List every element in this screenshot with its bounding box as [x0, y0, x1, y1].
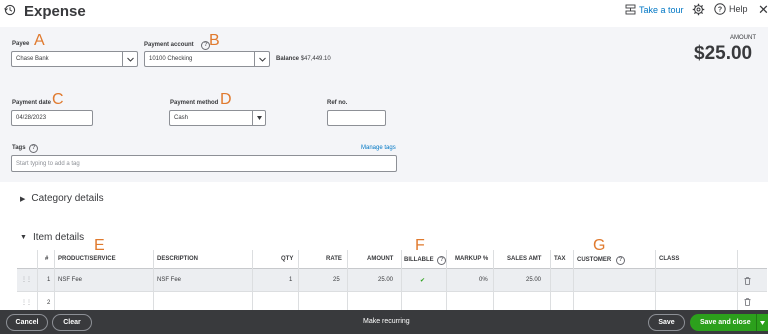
ref-no-label: Ref no.: [327, 100, 348, 106]
col-product: PRODUCT/SERVICE: [58, 256, 116, 262]
col-rate: RATE: [326, 256, 342, 262]
trash-icon[interactable]: [744, 298, 751, 306]
balance-label: Balance: [276, 56, 300, 62]
row-num: 2: [47, 300, 51, 306]
gear-icon[interactable]: [692, 3, 705, 16]
chevron-down-icon[interactable]: [756, 314, 768, 331]
chevron-down-icon[interactable]: [122, 52, 137, 66]
payment-method-select[interactable]: Cash: [169, 110, 266, 126]
chevron-down-icon[interactable]: [254, 52, 269, 66]
annotation-d: D: [220, 91, 232, 108]
row-sales-amt[interactable]: 25.00: [526, 277, 541, 283]
column-divider: [493, 250, 494, 312]
billable-check-icon[interactable]: ✔: [420, 277, 425, 284]
make-recurring-link[interactable]: Make recurring: [363, 318, 410, 325]
column-divider: [54, 250, 55, 312]
column-divider: [655, 250, 656, 312]
cancel-button[interactable]: Cancel: [6, 314, 48, 331]
column-divider: [550, 250, 551, 312]
row-qty[interactable]: 1: [289, 277, 292, 283]
help-icon: ?: [714, 3, 726, 15]
top-bar: Expense Take a tour ? Help ✕: [0, 0, 768, 27]
payee-label: Payee: [12, 41, 30, 47]
row-amount[interactable]: 25.00: [378, 277, 393, 283]
column-divider: [252, 250, 253, 312]
payment-account-select[interactable]: 10100 Checking: [144, 51, 270, 67]
payment-date-value: 04/28/2023: [16, 115, 47, 121]
chevron-down-icon[interactable]: [252, 111, 265, 125]
row-num: 1: [47, 277, 51, 283]
take-tour-link[interactable]: Take a tour: [625, 4, 684, 16]
col-description: DESCRIPTION: [157, 256, 199, 262]
tags-input[interactable]: Start typing to add a tag: [11, 155, 397, 172]
payee-select[interactable]: Chase Bank: [11, 51, 138, 67]
category-details-label: Category details: [31, 193, 104, 204]
column-divider: [401, 250, 402, 312]
amount-label: AMOUNT: [730, 35, 756, 41]
payment-date-input[interactable]: 04/28/2023: [11, 110, 93, 126]
save-and-close-label: Save and close: [700, 319, 751, 326]
recent-history-icon[interactable]: [4, 4, 16, 16]
ref-no-input[interactable]: [327, 110, 386, 126]
info-icon[interactable]: ?: [615, 256, 625, 265]
balance-value: $47,449.10: [300, 56, 331, 62]
category-details-toggle[interactable]: ▶ Category details: [20, 193, 104, 204]
payment-account-label: Payment account ?: [144, 41, 211, 50]
column-divider: [446, 250, 447, 312]
col-sales-amt: SALES AMT: [507, 256, 542, 262]
amount-value: $25.00: [694, 43, 753, 64]
help-button[interactable]: ? Help: [714, 3, 748, 15]
row-product[interactable]: NSF Fee: [58, 277, 82, 283]
payment-account-value: 10100 Checking: [149, 56, 193, 62]
save-button[interactable]: Save: [648, 314, 685, 331]
payee-value: Chase Bank: [16, 56, 49, 62]
tags-placeholder: Start typing to add a tag: [16, 160, 80, 167]
footer-bar: Cancel Clear Make recurring Save Save an…: [0, 310, 768, 334]
drag-handle-icon[interactable]: ⋮⋮: [21, 276, 32, 283]
help-label: Help: [729, 4, 748, 14]
close-icon[interactable]: ✕: [758, 2, 768, 18]
column-divider: [37, 250, 38, 312]
column-divider: [573, 250, 574, 312]
caret-down-icon: ▼: [20, 234, 27, 241]
column-divider: [298, 250, 299, 312]
tour-icon: [625, 4, 636, 15]
save-and-close-button[interactable]: Save and close: [690, 314, 768, 331]
col-tax: TAX: [554, 256, 566, 262]
col-num: #: [45, 256, 49, 262]
row-description[interactable]: NSF Fee: [157, 277, 181, 283]
col-qty: QTY: [281, 256, 294, 262]
account-balance: Balance $47,449.10: [276, 56, 331, 62]
col-markup: MARKUP %: [455, 256, 489, 262]
item-details-toggle[interactable]: ▼ Item details: [20, 232, 84, 243]
info-icon[interactable]: ?: [29, 144, 39, 153]
payment-method-value: Cash: [174, 115, 189, 121]
item-details-label: Item details: [32, 232, 85, 243]
col-customer: CUSTOMER ?: [577, 256, 625, 265]
col-billable: BILLABLE ?: [404, 256, 447, 265]
take-tour-label: Take a tour: [639, 5, 684, 15]
column-divider: [153, 250, 154, 312]
tags-label: Tags ?: [12, 144, 39, 153]
payment-method-label: Payment method: [170, 100, 219, 106]
page-title: Expense: [24, 3, 86, 20]
col-amount: AMOUNT: [367, 256, 394, 262]
column-divider: [737, 250, 738, 312]
manage-tags-link[interactable]: Manage tags: [361, 145, 396, 151]
annotation-c: C: [52, 91, 64, 108]
column-divider: [347, 250, 348, 312]
row-markup[interactable]: 0%: [479, 277, 488, 283]
annotation-b: B: [209, 32, 220, 49]
drag-handle-icon[interactable]: ⋮⋮: [21, 299, 32, 306]
annotation-a: A: [34, 32, 45, 49]
info-icon[interactable]: ?: [437, 256, 447, 265]
caret-right-icon: ▶: [20, 195, 26, 203]
trash-icon[interactable]: [744, 277, 751, 285]
clear-button[interactable]: Clear: [52, 314, 92, 331]
payment-date-label: Payment date: [12, 100, 52, 106]
svg-text:?: ?: [718, 7, 722, 14]
col-class: CLASS: [659, 256, 680, 262]
row-rate[interactable]: 25: [333, 277, 340, 283]
